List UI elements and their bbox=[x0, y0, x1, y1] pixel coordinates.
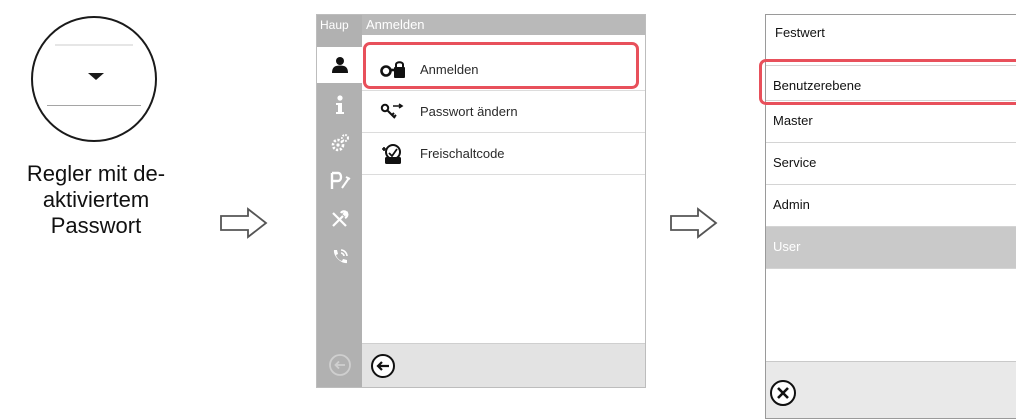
unlock-code-icon bbox=[380, 143, 410, 165]
screen-footer bbox=[766, 361, 1016, 418]
sidebar-item-tools[interactable] bbox=[317, 201, 362, 237]
option-user[interactable]: User bbox=[766, 226, 1016, 268]
empty-list-area bbox=[766, 268, 1016, 361]
screen-footer bbox=[362, 343, 645, 387]
user-icon bbox=[331, 57, 348, 73]
back-icon bbox=[371, 354, 395, 378]
sidebar-item-service[interactable] bbox=[317, 239, 362, 275]
menu-item-label: Freischaltcode bbox=[420, 146, 505, 161]
highlight-benutzerebene bbox=[759, 59, 1016, 105]
menu-item-freischaltcode[interactable]: Freischaltcode bbox=[362, 133, 645, 175]
knob-top-line bbox=[55, 44, 133, 46]
screen-header: Anmelden bbox=[362, 15, 645, 35]
info-icon bbox=[335, 95, 344, 114]
dropdown-triangle-icon bbox=[88, 73, 104, 80]
knob-bottom-line bbox=[47, 105, 141, 106]
controller-knob-icon bbox=[31, 16, 157, 142]
tools-icon bbox=[331, 210, 348, 227]
cancel-button[interactable] bbox=[769, 379, 797, 412]
sidebar-item-user[interactable] bbox=[317, 47, 362, 83]
arrow-right-icon bbox=[670, 207, 718, 239]
sidebar-title: Haup bbox=[320, 18, 349, 32]
footer-back-button[interactable] bbox=[370, 353, 396, 384]
cancel-icon bbox=[770, 380, 796, 406]
sidebar-item-info[interactable] bbox=[317, 87, 362, 123]
screen-title: Festwert bbox=[775, 25, 825, 40]
service-phone-icon bbox=[333, 249, 348, 264]
option-master[interactable]: Master bbox=[766, 100, 1016, 142]
highlight-anmelden bbox=[363, 42, 639, 89]
sidebar-item-program[interactable] bbox=[317, 163, 362, 199]
menu-item-passwort-aendern[interactable]: Passwort ändern bbox=[362, 91, 645, 133]
back-icon bbox=[328, 354, 351, 376]
sidebar-item-settings[interactable] bbox=[317, 125, 362, 161]
caption-line-2: aktiviertem bbox=[42, 187, 150, 212]
caption-line-3: Passwort bbox=[50, 213, 142, 238]
sidebar-back-button[interactable] bbox=[317, 347, 362, 383]
program-icon bbox=[330, 171, 350, 189]
arrow-right-icon bbox=[220, 207, 268, 239]
settings-gears-icon bbox=[331, 134, 349, 152]
caption: Regler mit de- aktiviertem Passwort bbox=[2, 161, 190, 239]
option-admin[interactable]: Admin bbox=[766, 184, 1016, 226]
change-password-icon bbox=[380, 102, 410, 121]
sidebar: Haup bbox=[317, 15, 362, 387]
menu-item-label: Passwort ändern bbox=[420, 104, 518, 119]
caption-line-1: Regler mit de- bbox=[26, 161, 166, 186]
option-service[interactable]: Service bbox=[766, 142, 1016, 184]
